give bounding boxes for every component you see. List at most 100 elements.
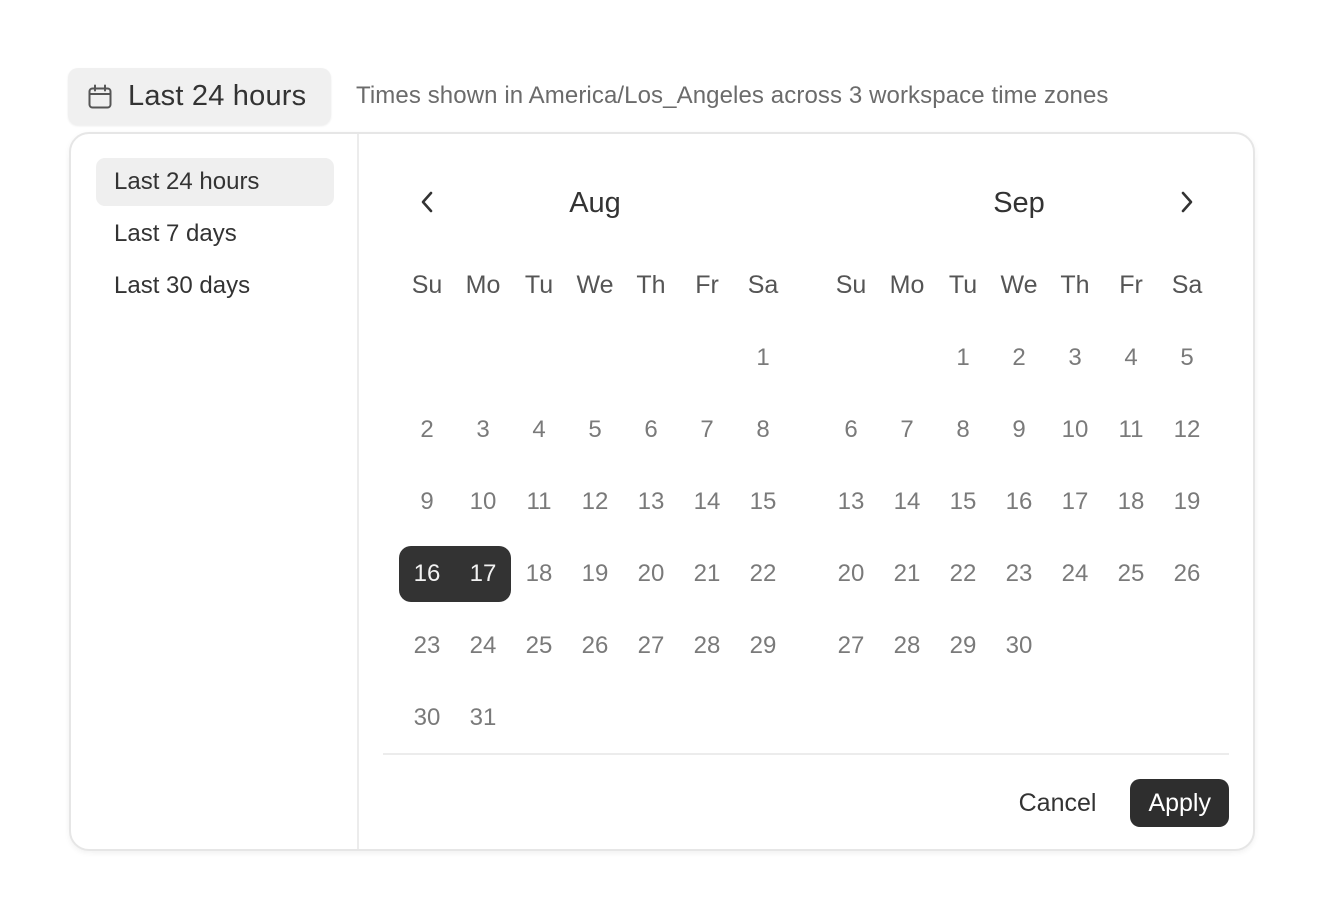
- day-cell[interactable]: 15: [735, 474, 791, 530]
- day-cell[interactable]: 1: [935, 330, 991, 386]
- day-cell[interactable]: 29: [935, 618, 991, 674]
- day-cell[interactable]: 3: [455, 402, 511, 458]
- day-cell[interactable]: 12: [1159, 402, 1215, 458]
- day-cell[interactable]: 5: [1159, 330, 1215, 386]
- day-cell[interactable]: 14: [679, 474, 735, 530]
- day-cell[interactable]: 6: [823, 402, 879, 458]
- preset-list: Last 24 hours Last 7 days Last 30 days: [71, 134, 359, 849]
- day-cell[interactable]: 15: [935, 474, 991, 530]
- day-cell[interactable]: 6: [623, 402, 679, 458]
- day-cell[interactable]: 22: [735, 546, 791, 602]
- day-cell[interactable]: 25: [1103, 546, 1159, 602]
- calendar-icon: [87, 84, 113, 110]
- day-cell[interactable]: 11: [511, 474, 567, 530]
- empty-day-cell: [567, 690, 623, 746]
- preset-last-24-hours[interactable]: Last 24 hours: [96, 158, 334, 206]
- day-cell[interactable]: 13: [623, 474, 679, 530]
- empty-day-cell: [511, 330, 567, 386]
- day-cell[interactable]: 4: [1103, 330, 1159, 386]
- day-cell[interactable]: 22: [935, 546, 991, 602]
- weekday-label: Sa: [1171, 270, 1203, 299]
- week-row: 16 17 18 19 20 21 22: [399, 538, 791, 610]
- day-cell[interactable]: 28: [879, 618, 935, 674]
- day-cell[interactable]: 17: [455, 546, 511, 602]
- day-cell[interactable]: 19: [1159, 474, 1215, 530]
- day-cell[interactable]: 7: [679, 402, 735, 458]
- footer-divider: [383, 753, 1229, 755]
- weekday-label: We: [1000, 270, 1038, 299]
- day-cell[interactable]: 9: [399, 474, 455, 530]
- weekday-label: Su: [835, 270, 867, 299]
- day-cell[interactable]: 21: [879, 546, 935, 602]
- popover-footer: Cancel Apply: [1019, 779, 1229, 827]
- empty-day-cell: [1103, 618, 1159, 674]
- day-cell[interactable]: 10: [455, 474, 511, 530]
- day-cell[interactable]: 31: [455, 690, 511, 746]
- empty-day-cell: [567, 330, 623, 386]
- empty-day-cell: [1047, 618, 1103, 674]
- day-cell[interactable]: 7: [879, 402, 935, 458]
- day-cell[interactable]: 16: [399, 546, 455, 602]
- day-cell[interactable]: 14: [879, 474, 935, 530]
- day-cell[interactable]: 29: [735, 618, 791, 674]
- day-cell[interactable]: 10: [1047, 402, 1103, 458]
- weekday-label: Th: [636, 270, 666, 299]
- day-cell[interactable]: 9: [991, 402, 1047, 458]
- day-cell[interactable]: 27: [623, 618, 679, 674]
- day-cell[interactable]: 2: [399, 402, 455, 458]
- day-cell[interactable]: 4: [511, 402, 567, 458]
- day-cell[interactable]: 19: [567, 546, 623, 602]
- day-cell[interactable]: 24: [455, 618, 511, 674]
- day-cell[interactable]: 8: [935, 402, 991, 458]
- day-cell[interactable]: 2: [991, 330, 1047, 386]
- day-cell[interactable]: 16: [991, 474, 1047, 530]
- day-cell[interactable]: 23: [399, 618, 455, 674]
- cancel-button[interactable]: Cancel: [1019, 789, 1097, 818]
- day-cell[interactable]: 3: [1047, 330, 1103, 386]
- calendar-panel: Aug Su Mo Tu We Th Fr Sa 1 2 3 4 5 6 7 8 9 10 11 12 13 14 15…: [359, 134, 1253, 849]
- day-cell[interactable]: 11: [1103, 402, 1159, 458]
- day-cell[interactable]: 26: [567, 618, 623, 674]
- apply-button[interactable]: Apply: [1130, 779, 1229, 827]
- week-row: 12345: [823, 322, 1215, 394]
- day-cell[interactable]: 30: [399, 690, 455, 746]
- weekday-header: Su Mo Tu We Th Fr Sa: [823, 258, 1215, 312]
- day-cell[interactable]: 5: [567, 402, 623, 458]
- empty-day-cell: [879, 330, 935, 386]
- date-range-trigger-button[interactable]: Last 24 hours: [68, 68, 331, 125]
- day-cell[interactable]: 8: [735, 402, 791, 458]
- weeks: 1 2 3 4 5 6 7 8 9 10 11 12 13 14 15 16 17 18 19 20 21 22 23 24 2…: [399, 322, 791, 754]
- day-cell[interactable]: 28: [679, 618, 735, 674]
- day-cell[interactable]: 12: [567, 474, 623, 530]
- day-cell[interactable]: 20: [823, 546, 879, 602]
- week-row: 30 31: [399, 682, 791, 754]
- empty-day-cell: [1159, 618, 1215, 674]
- day-cell[interactable]: 24: [1047, 546, 1103, 602]
- empty-day-cell: [623, 690, 679, 746]
- weekday-label: Sa: [747, 270, 779, 299]
- weeks: 1 2 3 4 5 6 7 8 9 10 11 12 13 14 15 16 17 18 19 20 21 22 23 24 2…: [823, 322, 1215, 682]
- week-row: 20 21 22 23 24 25 26: [823, 538, 1215, 610]
- day-cell[interactable]: 30: [991, 618, 1047, 674]
- weekday-label: Tu: [524, 270, 554, 299]
- day-cell[interactable]: 26: [1159, 546, 1215, 602]
- empty-day-cell: [455, 330, 511, 386]
- day-cell[interactable]: 21: [679, 546, 735, 602]
- day-cell[interactable]: 18: [1103, 474, 1159, 530]
- empty-day-cell: [623, 330, 679, 386]
- day-cell[interactable]: 17: [1047, 474, 1103, 530]
- weekday-label: Tu: [948, 270, 978, 299]
- day-cell[interactable]: 25: [511, 618, 567, 674]
- day-cell[interactable]: 13: [823, 474, 879, 530]
- preset-last-7-days[interactable]: Last 7 days: [96, 210, 334, 258]
- day-cell[interactable]: 18: [511, 546, 567, 602]
- weekday-label: Fr: [1119, 270, 1143, 299]
- preset-last-30-days[interactable]: Last 30 days: [96, 262, 334, 310]
- empty-day-cell: [735, 690, 791, 746]
- day-cell[interactable]: 27: [823, 618, 879, 674]
- empty-day-cell: [679, 690, 735, 746]
- day-cell[interactable]: 1: [735, 330, 791, 386]
- day-cell[interactable]: 20: [623, 546, 679, 602]
- week-row: 9 10 11 12 13 14 15: [399, 466, 791, 538]
- day-cell[interactable]: 23: [991, 546, 1047, 602]
